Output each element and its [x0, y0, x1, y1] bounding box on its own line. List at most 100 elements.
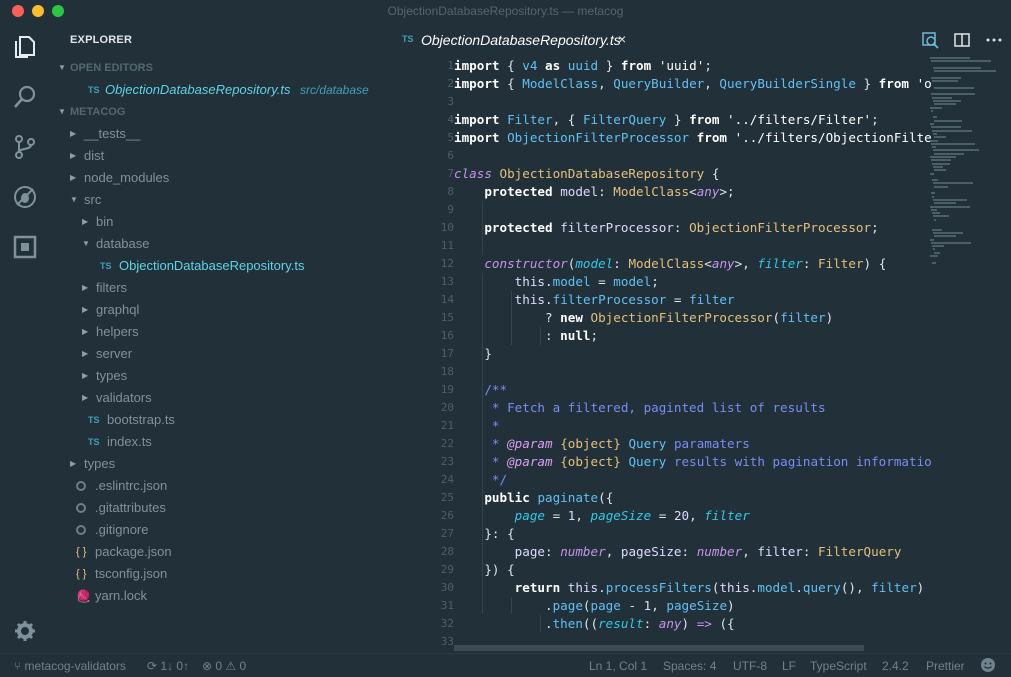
prettier-status[interactable]: Prettier [926, 659, 965, 673]
file-tree-item[interactable]: ▶ types [50, 453, 402, 475]
git-branch-status[interactable]: ⑂ metacog-validators [14, 659, 126, 673]
minimap[interactable] [930, 57, 998, 267]
file-tree-item[interactable]: ▶ graphql [50, 299, 402, 321]
source-control-icon[interactable] [12, 134, 38, 160]
line-number: 12 [440, 257, 454, 270]
minimap-line [932, 129, 972, 132]
file-tree-item[interactable]: .eslintrc.json [50, 475, 402, 497]
open-editor-filename: ObjectionDatabaseRepository.ts [105, 82, 291, 97]
file-tree-item[interactable]: TS index.ts [50, 431, 402, 453]
minimap-line [931, 159, 951, 162]
chevron-right-icon: ▶ [82, 217, 89, 226]
minimap-line [933, 99, 961, 102]
sync-status[interactable]: ⟳ 1↓ 0↑ [147, 659, 189, 673]
cursor-position[interactable]: Ln 1, Col 1 [589, 659, 647, 673]
problems-status[interactable]: ⊗ 0 ⚠ 0 [202, 659, 246, 673]
editor-tab-active[interactable]: TS ObjectionDatabaseRepository.ts × [402, 22, 642, 57]
file-tree-item[interactable]: ▶ bin [50, 211, 402, 233]
line-number: 5 [447, 131, 454, 144]
line-number: 26 [440, 509, 454, 522]
file-tree-item[interactable]: TS bootstrap.ts [50, 409, 402, 431]
open-changes-icon[interactable] [921, 31, 939, 49]
file-tree-label: database [96, 236, 150, 251]
close-tab-icon[interactable]: × [618, 31, 626, 47]
line-number: 28 [440, 545, 454, 558]
file-tree-label: types [96, 368, 128, 383]
file-tree-item[interactable]: ▶ types [50, 365, 402, 387]
file-tree-item[interactable]: .gitattributes [50, 497, 402, 519]
file-tree-label: types [84, 456, 116, 471]
file-tree-label: validators [96, 390, 152, 405]
typescript-file-icon: TS [88, 437, 100, 447]
file-tree-item[interactable]: ▶ node_modules [50, 167, 402, 189]
code-line: .page(page - 1, pageSize) [454, 598, 735, 613]
minimap-line [931, 60, 991, 63]
git-branch-icon: ⑂ [14, 659, 25, 673]
code-editor[interactable]: import { v4 as uuid } from 'uuid'; impor… [454, 57, 932, 632]
extensions-icon[interactable] [12, 234, 38, 260]
file-tree-label: .eslintrc.json [95, 478, 168, 493]
line-number: 3 [447, 95, 454, 108]
window-title: ObjectionDatabaseRepository.ts — metacog [387, 4, 624, 18]
typescript-file-icon: TS [100, 261, 112, 271]
line-number: 7 [447, 167, 454, 180]
typescript-version[interactable]: 2.4.2 [882, 659, 909, 673]
code-line: /** [484, 382, 508, 397]
line-number: 24 [440, 473, 454, 486]
horizontal-scrollbar[interactable] [454, 645, 864, 651]
line-number: 2 [447, 77, 454, 90]
file-tree-item[interactable]: { } tsconfig.json [50, 563, 402, 585]
file-tree-item[interactable]: ▶ filters [50, 277, 402, 299]
split-editor-icon[interactable] [953, 31, 971, 49]
debug-icon[interactable] [12, 184, 38, 210]
file-tree-item[interactable]: ▶ validators [50, 387, 402, 409]
json-file-icon: { } [76, 546, 87, 558]
line-number: 13 [440, 275, 454, 288]
file-tree-item[interactable]: ▼ src [50, 189, 402, 211]
project-header[interactable]: ▼ METACOG [50, 101, 402, 123]
line-number: 19 [440, 383, 454, 396]
minimap-line [931, 192, 935, 195]
chevron-right-icon: ▶ [82, 305, 89, 314]
file-tree-item[interactable]: ▶ helpers [50, 321, 402, 343]
minimap-line [930, 57, 970, 59]
search-icon[interactable] [12, 84, 38, 110]
settings-gear-icon[interactable] [12, 618, 38, 644]
line-number: 18 [440, 365, 454, 378]
minimap-line [934, 218, 936, 221]
minimap-line [930, 172, 934, 175]
minimap-line [931, 142, 975, 145]
minimap-line [933, 215, 949, 218]
line-number: 6 [447, 149, 454, 162]
file-tree-item[interactable]: .gitignore [50, 519, 402, 541]
file-tree-item[interactable]: ▼ database [50, 233, 402, 255]
minimap-line [932, 146, 936, 149]
more-actions-icon[interactable] [985, 31, 1003, 49]
code-line: import { v4 as uuid } from 'uuid'; [454, 58, 712, 73]
line-number: 21 [440, 419, 454, 432]
code-line: ? new ObjectionFilterProcessor(filter) [454, 310, 834, 325]
open-editors-header[interactable]: ▼ OPEN EDITORS [50, 57, 402, 79]
file-tree-item[interactable]: ▶ server [50, 343, 402, 365]
file-tree-label: .gitignore [95, 522, 149, 537]
chevron-right-icon: ▶ [82, 283, 89, 292]
file-tree-label: graphql [96, 302, 140, 317]
file-tree-item[interactable]: ▶ dist [50, 145, 402, 167]
line-number: 8 [447, 185, 454, 198]
chevron-right-icon: ▶ [82, 327, 89, 336]
code-line: }) { [454, 562, 515, 577]
file-tree-item[interactable]: TS ObjectionDatabaseRepository.ts [50, 255, 402, 277]
file-tree-label: package.json [95, 544, 172, 559]
encoding-status[interactable]: UTF-8 [733, 659, 767, 673]
config-file-icon [76, 481, 86, 491]
indentation-status[interactable]: Spaces: 4 [663, 659, 716, 673]
open-editor-path: src/database [300, 83, 369, 97]
files-icon[interactable] [12, 34, 38, 60]
file-tree-item[interactable]: 🧶 yarn.lock [50, 585, 402, 607]
eol-status[interactable]: LF [782, 659, 796, 673]
file-tree-item[interactable]: ▶ __tests__ [50, 123, 402, 145]
file-tree-item[interactable]: { } package.json [50, 541, 402, 563]
open-editor-item[interactable]: TS ObjectionDatabaseRepository.ts src/da… [50, 79, 402, 101]
smiley-icon[interactable] [980, 657, 996, 676]
language-mode[interactable]: TypeScript [810, 659, 867, 673]
